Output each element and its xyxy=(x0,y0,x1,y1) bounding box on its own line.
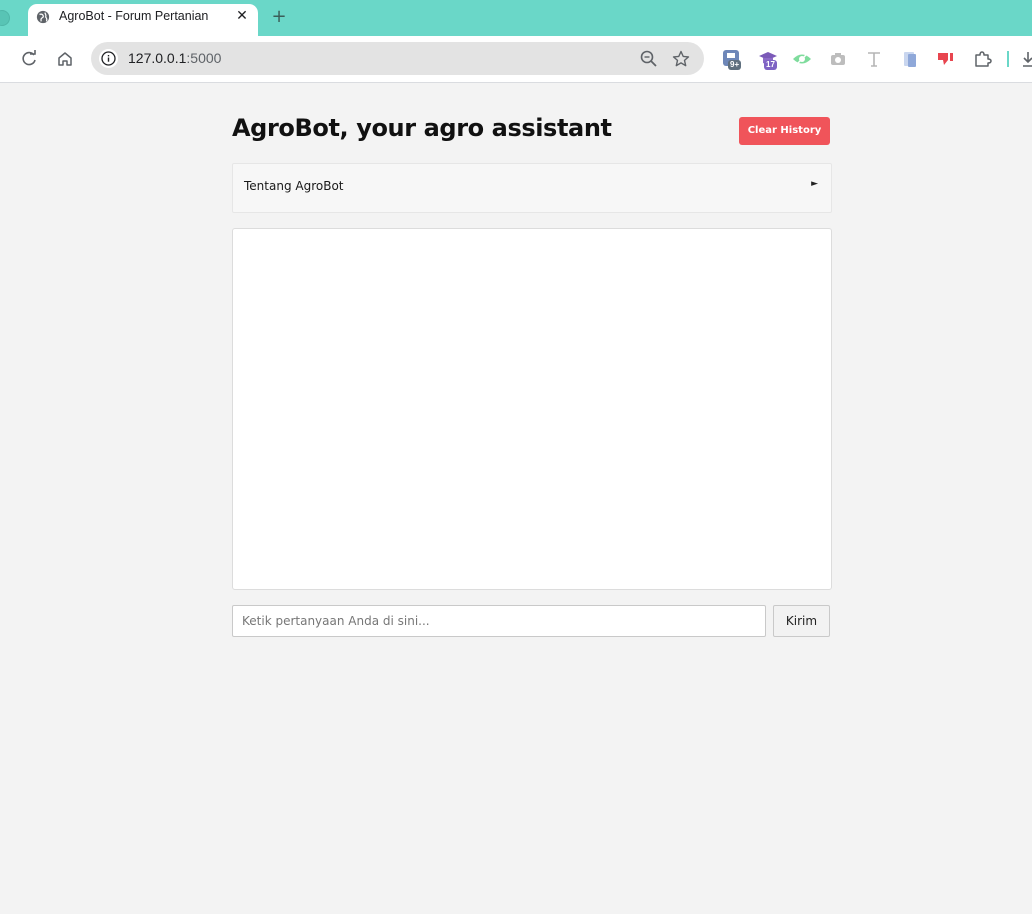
extensions-puzzle-icon[interactable] xyxy=(972,49,992,69)
extension-eye-icon[interactable] xyxy=(792,49,812,69)
toolbar-divider xyxy=(1007,51,1009,67)
browser-tab-active[interactable]: AgroBot - Forum Pertanian ✕ xyxy=(28,4,258,36)
new-tab-icon[interactable]: + xyxy=(268,6,290,28)
window-control-dot[interactable] xyxy=(0,10,10,26)
clear-history-button[interactable]: Clear History xyxy=(739,117,830,145)
browser-tab-bar: AgroBot - Forum Pertanian ✕ + xyxy=(0,0,1032,36)
tab-title: AgroBot - Forum Pertanian xyxy=(59,9,209,23)
extension-badge: 9+ xyxy=(728,60,742,70)
extension-badge: 17 xyxy=(764,60,777,70)
extension-camera-icon[interactable] xyxy=(828,49,848,69)
download-icon[interactable] xyxy=(1022,50,1032,68)
url-text: 127.0.0.1:5000 xyxy=(128,50,221,66)
extension-text-icon[interactable] xyxy=(864,49,884,69)
site-info-icon[interactable] xyxy=(99,49,118,68)
reload-icon[interactable] xyxy=(19,49,39,69)
send-button[interactable]: Kirim xyxy=(773,605,830,637)
globe-icon xyxy=(36,10,50,24)
extension-copy-icon[interactable] xyxy=(900,49,920,69)
question-input[interactable] xyxy=(232,605,766,637)
address-bar[interactable]: 127.0.0.1:5000 xyxy=(91,42,704,75)
close-tab-icon[interactable]: ✕ xyxy=(233,7,251,25)
about-agrobot-toggle[interactable]: Tentang AgroBot ► xyxy=(232,163,832,213)
bookmark-star-icon[interactable] xyxy=(671,49,691,69)
expand-arrow-icon: ► xyxy=(811,179,818,189)
extension-save-icon[interactable]: 9+ xyxy=(722,49,742,70)
url-port: :5000 xyxy=(186,50,222,66)
about-label: Tentang AgroBot xyxy=(244,179,344,193)
zoom-icon[interactable] xyxy=(639,49,659,69)
extension-graduation-icon[interactable]: 17 xyxy=(758,49,778,70)
browser-toolbar: 127.0.0.1:5000 9+ 17 xyxy=(0,36,1032,83)
chat-history-panel[interactable] xyxy=(232,228,832,590)
home-icon[interactable] xyxy=(55,49,75,69)
url-host: 127.0.0.1 xyxy=(128,50,187,66)
extension-dislike-icon[interactable] xyxy=(936,49,956,69)
page-title: AgroBot, your agro assistant xyxy=(232,114,612,142)
